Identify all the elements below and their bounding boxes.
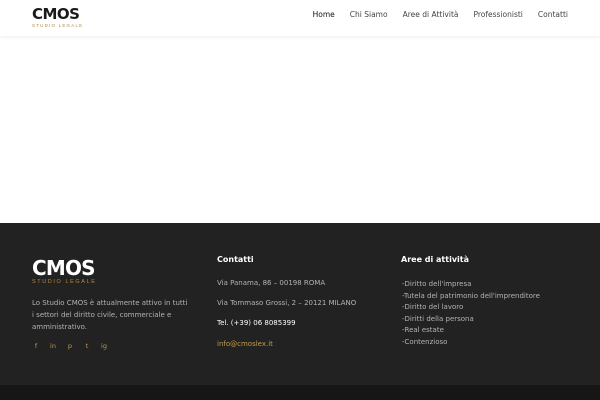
social-links: f in p t ig: [32, 342, 108, 350]
list-item[interactable]: -Diritto del lavoro: [402, 302, 540, 314]
list-item[interactable]: -Diritti della persona: [402, 314, 540, 326]
list-item[interactable]: -Tutela del patrimonio dell'imprenditore: [402, 291, 540, 303]
contacts-heading: Contatti: [217, 255, 254, 264]
pinterest-icon[interactable]: p: [66, 342, 74, 350]
footer-logo-tagline: STUDIO LEGALE: [32, 279, 97, 285]
aree-list: -Diritto dell'impresa -Tutela del patrim…: [402, 279, 540, 349]
twitter-icon[interactable]: t: [83, 342, 91, 350]
logo-wordmark: CMOS: [32, 5, 80, 23]
site-header: CMOS STUDIO LEGALE Home Chi Siamo Aree d…: [0, 0, 600, 36]
list-item[interactable]: -Contenzioso: [402, 337, 540, 349]
nav-professionisti[interactable]: Professionisti: [473, 10, 522, 20]
phone-number[interactable]: Tel. (+39) 06 8085399: [217, 319, 296, 328]
address-rome: Via Panama, 86 – 00198 ROMA: [217, 279, 326, 287]
email-link[interactable]: info@cmoslex.it: [217, 340, 273, 349]
list-item[interactable]: -Diritto dell'impresa: [402, 279, 540, 291]
instagram-icon[interactable]: ig: [100, 342, 108, 350]
header-logo[interactable]: CMOS STUDIO LEGALE: [32, 7, 83, 29]
main-nav: Home Chi Siamo Aree di Attività Professi…: [313, 10, 568, 20]
address-milan: Via Tommaso Grossi, 2 – 20121 MILANO: [217, 299, 357, 307]
nav-home[interactable]: Home: [313, 10, 335, 20]
footer-about-text: Lo Studio CMOS è attualmente attivo in t…: [32, 299, 188, 331]
footer-logo-wordmark: CMOS: [32, 256, 96, 280]
nav-contatti[interactable]: Contatti: [538, 10, 568, 20]
facebook-icon[interactable]: f: [32, 342, 40, 350]
nav-chi-siamo[interactable]: Chi Siamo: [350, 10, 388, 20]
aree-heading: Aree di attività: [401, 255, 469, 264]
footer-bottom-bar: [0, 385, 600, 400]
list-item[interactable]: -Real estate: [402, 325, 540, 337]
linkedin-icon[interactable]: in: [49, 342, 57, 350]
logo-tagline: STUDIO LEGALE: [32, 23, 84, 28]
footer-logo[interactable]: CMOS STUDIO LEGALE: [32, 258, 97, 286]
nav-aree-di-attivita[interactable]: Aree di Attività: [403, 10, 459, 20]
